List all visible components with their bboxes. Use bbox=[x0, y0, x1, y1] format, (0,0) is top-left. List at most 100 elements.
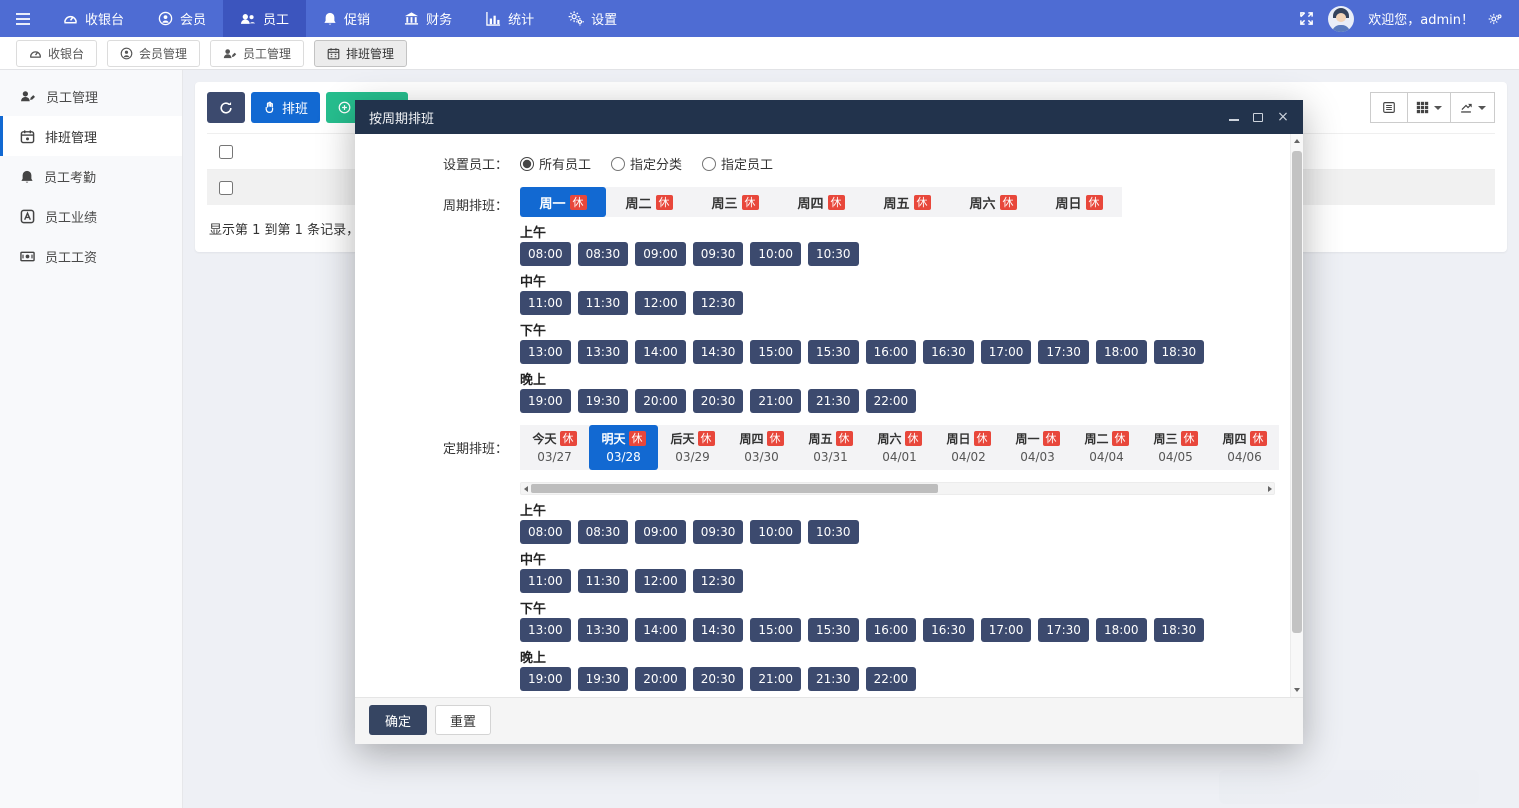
time-slot-button[interactable]: 11:00 bbox=[520, 569, 571, 593]
nav-item-finance[interactable]: 财务 bbox=[387, 0, 469, 37]
scroll-right-arrow-icon[interactable] bbox=[1265, 483, 1274, 494]
weekday-tab[interactable]: 周二 休 bbox=[606, 187, 692, 217]
time-slot-button[interactable]: 19:00 bbox=[520, 389, 571, 413]
radio-input[interactable] bbox=[702, 157, 716, 171]
time-slot-button[interactable]: 17:30 bbox=[1038, 340, 1089, 364]
time-slot-button[interactable]: 18:00 bbox=[1096, 340, 1147, 364]
time-slot-button[interactable]: 12:30 bbox=[693, 291, 744, 315]
reset-button[interactable]: 重置 bbox=[435, 705, 491, 735]
refresh-button[interactable] bbox=[207, 92, 245, 123]
date-tab[interactable]: 周四 休 03/30 bbox=[727, 425, 796, 470]
nav-item-cashier[interactable]: 收银台 bbox=[46, 0, 141, 37]
time-slot-button[interactable]: 14:30 bbox=[693, 618, 744, 642]
time-slot-button[interactable]: 11:30 bbox=[578, 291, 629, 315]
date-tab[interactable]: 后天 休 03/29 bbox=[658, 425, 727, 470]
nav-item-promotion[interactable]: 促销 bbox=[306, 0, 387, 37]
staff-scope-radio[interactable]: 指定分类 bbox=[611, 154, 682, 173]
time-slot-button[interactable]: 16:30 bbox=[923, 340, 974, 364]
time-slot-button[interactable]: 20:30 bbox=[693, 667, 744, 691]
time-slot-button[interactable]: 15:00 bbox=[750, 618, 801, 642]
weekday-tab[interactable]: 周四 休 bbox=[778, 187, 864, 217]
time-slot-button[interactable]: 13:00 bbox=[520, 618, 571, 642]
maximize-icon[interactable] bbox=[1253, 113, 1263, 122]
time-slot-button[interactable]: 17:30 bbox=[1038, 618, 1089, 642]
staff-scope-radio[interactable]: 指定员工 bbox=[702, 154, 773, 173]
date-tab[interactable]: 周一 休 04/03 bbox=[1003, 425, 1072, 470]
time-slot-button[interactable]: 15:30 bbox=[808, 618, 859, 642]
time-slot-button[interactable]: 12:30 bbox=[693, 569, 744, 593]
schedule-button[interactable]: 排班 bbox=[251, 92, 320, 123]
weekday-tab[interactable]: 周三 休 bbox=[692, 187, 778, 217]
date-tab[interactable]: 今天 休 03/27 bbox=[520, 425, 589, 470]
time-slot-button[interactable]: 09:00 bbox=[635, 242, 686, 266]
sidebar-item-staff-management[interactable]: 员工管理 bbox=[0, 76, 182, 116]
menu-toggle-button[interactable] bbox=[0, 0, 46, 37]
time-slot-button[interactable]: 19:30 bbox=[578, 667, 629, 691]
time-slot-button[interactable]: 14:30 bbox=[693, 340, 744, 364]
tab-member-management[interactable]: 会员管理 bbox=[107, 40, 200, 67]
vertical-scrollbar[interactable] bbox=[1290, 134, 1303, 697]
confirm-button[interactable]: 确定 bbox=[369, 705, 427, 735]
weekday-tab[interactable]: 周一 休 bbox=[520, 187, 606, 217]
tab-cashier[interactable]: 收银台 bbox=[16, 40, 97, 67]
date-tab[interactable]: 周日 休 04/02 bbox=[934, 425, 1003, 470]
date-tab[interactable]: 明天 休 03/28 bbox=[589, 425, 658, 470]
time-slot-button[interactable]: 21:30 bbox=[808, 667, 859, 691]
time-slot-button[interactable]: 22:00 bbox=[866, 667, 917, 691]
weekday-tab[interactable]: 周六 休 bbox=[950, 187, 1036, 217]
time-slot-button[interactable]: 08:30 bbox=[578, 242, 629, 266]
radio-input[interactable] bbox=[520, 157, 534, 171]
time-slot-button[interactable]: 11:00 bbox=[520, 291, 571, 315]
row-checkbox[interactable] bbox=[219, 181, 233, 195]
tab-schedule-management[interactable]: 排班管理 bbox=[314, 40, 407, 67]
time-slot-button[interactable]: 21:00 bbox=[750, 389, 801, 413]
time-slot-button[interactable]: 12:00 bbox=[635, 569, 686, 593]
time-slot-button[interactable]: 15:00 bbox=[750, 340, 801, 364]
nav-item-statistics[interactable]: 统计 bbox=[469, 0, 551, 37]
time-slot-button[interactable]: 08:30 bbox=[578, 520, 629, 544]
time-slot-button[interactable]: 12:00 bbox=[635, 291, 686, 315]
time-slot-button[interactable]: 15:30 bbox=[808, 340, 859, 364]
time-slot-button[interactable]: 16:00 bbox=[866, 618, 917, 642]
sidebar-item-staff-performance[interactable]: 员工业绩 bbox=[0, 196, 182, 236]
time-slot-button[interactable]: 14:00 bbox=[635, 618, 686, 642]
time-slot-button[interactable]: 19:30 bbox=[578, 389, 629, 413]
minimize-icon[interactable] bbox=[1229, 114, 1239, 121]
select-all-checkbox[interactable] bbox=[219, 145, 233, 159]
time-slot-button[interactable]: 13:00 bbox=[520, 340, 571, 364]
time-slot-button[interactable]: 20:30 bbox=[693, 389, 744, 413]
time-slot-button[interactable]: 16:30 bbox=[923, 618, 974, 642]
sidebar-item-staff-attendance[interactable]: 员工考勤 bbox=[0, 156, 182, 196]
detail-view-button[interactable] bbox=[1370, 92, 1408, 123]
time-slot-button[interactable]: 13:30 bbox=[578, 618, 629, 642]
time-slot-button[interactable]: 09:30 bbox=[693, 242, 744, 266]
time-slot-button[interactable]: 09:00 bbox=[635, 520, 686, 544]
time-slot-button[interactable]: 22:00 bbox=[866, 389, 917, 413]
fullscreen-icon[interactable] bbox=[1298, 11, 1314, 27]
time-slot-button[interactable]: 17:00 bbox=[981, 340, 1032, 364]
time-slot-button[interactable]: 18:30 bbox=[1154, 340, 1205, 364]
date-tab[interactable]: 周五 休 03/31 bbox=[796, 425, 865, 470]
time-slot-button[interactable]: 21:00 bbox=[750, 667, 801, 691]
time-slot-button[interactable]: 10:30 bbox=[808, 242, 859, 266]
date-tab[interactable]: 周三 休 04/05 bbox=[1141, 425, 1210, 470]
sidebar-item-schedule-management[interactable]: 排班管理 bbox=[0, 116, 182, 156]
time-slot-button[interactable]: 10:00 bbox=[750, 242, 801, 266]
time-slot-button[interactable]: 16:00 bbox=[866, 340, 917, 364]
date-tab[interactable]: 周二 休 04/04 bbox=[1072, 425, 1141, 470]
welcome-text[interactable]: 欢迎您，admin！ bbox=[1368, 9, 1474, 28]
weekday-tab[interactable]: 周日 休 bbox=[1036, 187, 1122, 217]
settings-gear-icon[interactable] bbox=[1488, 12, 1503, 26]
time-slot-button[interactable]: 18:30 bbox=[1154, 618, 1205, 642]
time-slot-button[interactable]: 19:00 bbox=[520, 667, 571, 691]
time-slot-button[interactable]: 10:00 bbox=[750, 520, 801, 544]
time-slot-button[interactable]: 13:30 bbox=[578, 340, 629, 364]
time-slot-button[interactable]: 20:00 bbox=[635, 667, 686, 691]
time-slot-button[interactable]: 20:00 bbox=[635, 389, 686, 413]
user-avatar[interactable] bbox=[1328, 6, 1354, 32]
time-slot-button[interactable]: 17:00 bbox=[981, 618, 1032, 642]
tab-staff-management[interactable]: 员工管理 bbox=[210, 40, 304, 67]
scroll-down-arrow-icon[interactable] bbox=[1291, 683, 1303, 697]
sidebar-item-staff-salary[interactable]: 员工工资 bbox=[0, 236, 182, 276]
weekday-tab[interactable]: 周五 休 bbox=[864, 187, 950, 217]
